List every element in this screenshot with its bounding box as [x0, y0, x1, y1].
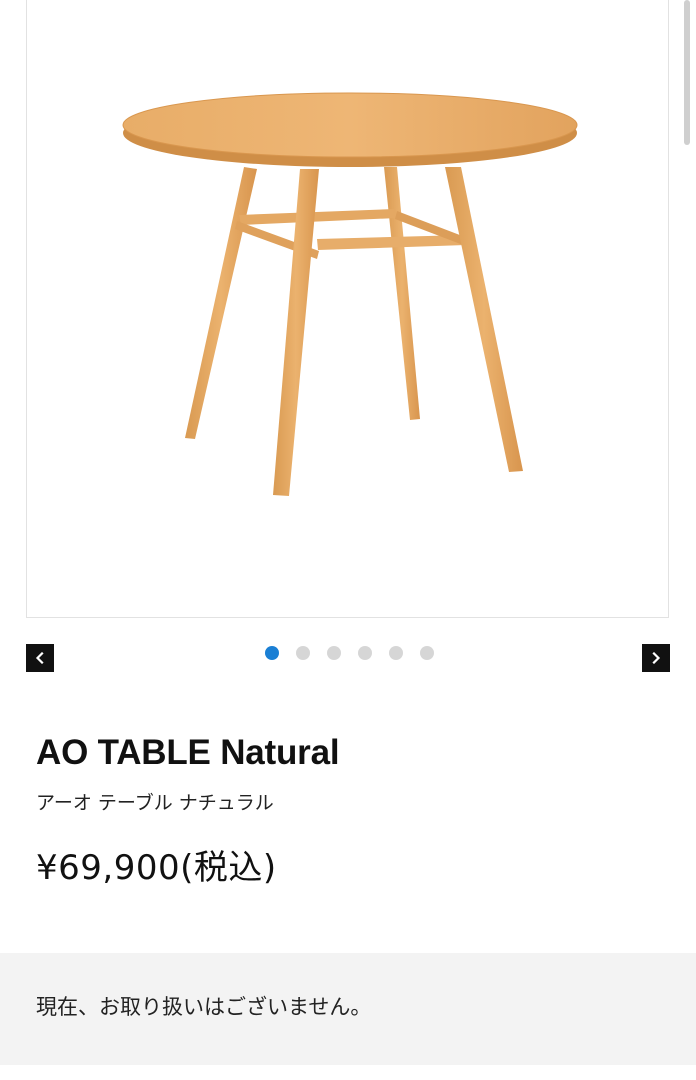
product-title: AO TABLE Natural	[36, 733, 340, 772]
gallery-pagination	[265, 646, 434, 660]
availability-message: 現在、お取り扱いはございません。	[36, 995, 372, 1019]
gallery-next-button[interactable]	[642, 644, 670, 672]
gallery-dot-1[interactable]	[265, 646, 279, 660]
product-price: ¥69,900(税込)	[36, 848, 277, 888]
chevron-left-icon	[35, 652, 44, 664]
gallery-dot-3[interactable]	[327, 646, 341, 660]
chevron-right-icon	[652, 652, 661, 664]
gallery-dot-2[interactable]	[296, 646, 310, 660]
gallery-prev-button[interactable]	[26, 644, 54, 672]
gallery-dot-6[interactable]	[420, 646, 434, 660]
gallery-dot-4[interactable]	[358, 646, 372, 660]
product-page: AO TABLE Natural アーオ テーブル ナチュラル ¥69,900(…	[0, 0, 696, 1080]
product-image[interactable]	[26, 0, 669, 618]
product-title-kana: アーオ テーブル ナチュラル	[36, 792, 274, 814]
page-scrollbar[interactable]	[684, 0, 690, 145]
gallery-dot-5[interactable]	[389, 646, 403, 660]
availability-notice: 現在、お取り扱いはございません。	[0, 953, 696, 1065]
table-illustration	[122, 92, 578, 496]
